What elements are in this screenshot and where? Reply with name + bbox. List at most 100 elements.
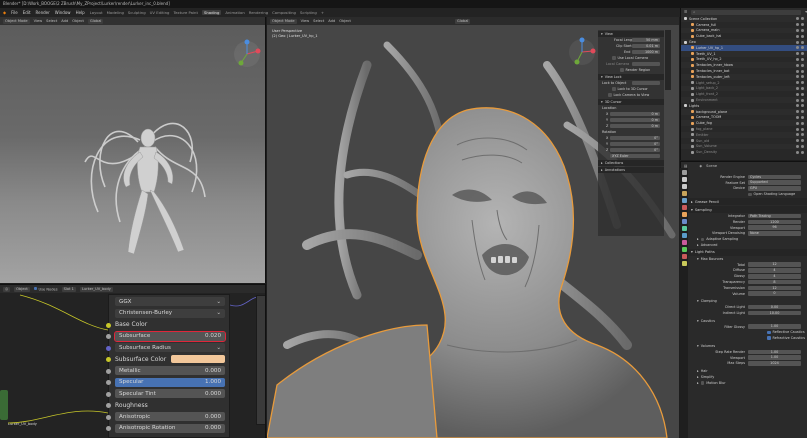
eye-icon[interactable]: [796, 86, 799, 90]
visibility-toggles[interactable]: [796, 34, 804, 38]
main-menu-add[interactable]: Add: [328, 19, 335, 23]
subsurface-socket[interactable]: [106, 334, 111, 339]
visibility-toggles[interactable]: [796, 144, 804, 148]
eye-icon[interactable]: [796, 110, 799, 114]
visibility-toggles[interactable]: [796, 81, 804, 85]
material-tab-icon[interactable]: [681, 254, 687, 259]
camera-icon[interactable]: [801, 150, 804, 154]
output-node-edge[interactable]: [256, 295, 265, 425]
visibility-toggles[interactable]: [796, 63, 804, 67]
eye-icon[interactable]: [796, 34, 799, 38]
tab-scripting[interactable]: Scripting: [300, 10, 317, 15]
eye-icon[interactable]: [796, 75, 799, 79]
eye-icon[interactable]: [796, 115, 799, 119]
local-camera-field[interactable]: [632, 61, 660, 67]
visibility-toggles[interactable]: [796, 139, 804, 143]
specular-tint-field[interactable]: Specular Tint 0.000: [115, 389, 225, 399]
glossy-bounces-field[interactable]: 4: [748, 274, 801, 279]
grease-pencil-section[interactable]: ▸ Grease Pencil: [681, 198, 807, 206]
main-menu-select[interactable]: Select: [313, 19, 324, 23]
base-color-socket-row[interactable]: Base Color: [106, 319, 229, 331]
subsurface-radius-field[interactable]: Subsurface Radius ⌄: [115, 343, 225, 353]
eye-icon[interactable]: [796, 17, 799, 21]
main-menu-object[interactable]: Object: [339, 19, 351, 23]
device-dropdown[interactable]: GPU: [748, 186, 801, 191]
left-menu-add[interactable]: Add: [61, 19, 68, 23]
tool-tab-icon[interactable]: [681, 170, 687, 175]
camera-icon[interactable]: [801, 110, 804, 114]
render-samples-field[interactable]: 1200: [748, 219, 801, 225]
tab-sculpting[interactable]: Sculpting: [128, 10, 146, 15]
base-color-socket[interactable]: [106, 322, 111, 328]
main-menu-view[interactable]: View: [301, 19, 310, 23]
eye-icon[interactable]: [796, 28, 799, 32]
scene-tab-icon[interactable]: [681, 198, 687, 203]
menu-window[interactable]: Window: [55, 10, 71, 15]
osl-checkbox[interactable]: Open Shading Language: [681, 191, 807, 197]
location-z-field[interactable]: 0 m: [610, 123, 660, 129]
camera-icon[interactable]: [801, 34, 804, 38]
eye-icon[interactable]: [796, 150, 799, 154]
clip-start-field[interactable]: 0.01 m: [632, 43, 660, 49]
transmission-bounces-field[interactable]: 12: [748, 285, 801, 291]
render-tab-icon[interactable]: [681, 177, 687, 182]
sidebar-n-panel[interactable]: ▾ View Focal Length 50 mm Clip Start 0.01 m…: [598, 30, 664, 236]
metallic-field[interactable]: Metallic 0.000: [115, 366, 225, 376]
sidebar-tabs[interactable]: [665, 30, 671, 90]
sampling-section[interactable]: ▾ Sampling: [681, 206, 807, 214]
viewport-samples-field[interactable]: 96: [748, 225, 801, 230]
lock-camera-view-checkbox[interactable]: Lock Camera to View: [598, 92, 664, 98]
visibility-toggles[interactable]: [796, 69, 804, 73]
clip-end-field[interactable]: 1000 m: [632, 49, 660, 55]
menu-render[interactable]: Render: [36, 10, 50, 15]
left-menu-select[interactable]: Select: [46, 19, 57, 23]
left-menu-view[interactable]: View: [34, 19, 43, 23]
visibility-toggles[interactable]: [796, 98, 804, 102]
left-mode-dropdown[interactable]: Object Mode: [3, 18, 30, 24]
add-workspace-icon[interactable]: +: [321, 10, 324, 15]
rotation-z-field[interactable]: 0°: [610, 147, 660, 153]
camera-icon[interactable]: [801, 92, 804, 96]
integrator-dropdown[interactable]: Path Tracing: [748, 213, 801, 219]
rotation-mode-dropdown[interactable]: XYZ Euler: [610, 153, 660, 159]
viewport-denoising-dropdown[interactable]: None: [748, 231, 801, 236]
visibility-toggles[interactable]: [796, 75, 804, 79]
motion-blur-subsection[interactable]: ▸ Motion Blur: [681, 380, 807, 386]
filter-glossy-field[interactable]: 1.00: [748, 324, 801, 329]
camera-icon[interactable]: [801, 127, 804, 131]
subsurface-color-swatch[interactable]: [171, 355, 225, 364]
subsurface-method-dropdown[interactable]: Christensen-Burley ⌄: [115, 308, 225, 318]
view-layer-tab-icon[interactable]: [681, 191, 687, 196]
distribution-dropdown[interactable]: GGX ⌄: [115, 297, 225, 307]
visibility-toggles[interactable]: [796, 133, 804, 137]
eye-icon[interactable]: [796, 57, 799, 61]
visibility-toggles[interactable]: [796, 52, 804, 56]
visibility-toggles[interactable]: [796, 57, 804, 61]
camera-icon[interactable]: [801, 86, 804, 90]
eye-icon[interactable]: [796, 52, 799, 56]
visibility-toggles[interactable]: [796, 115, 804, 119]
eye-icon[interactable]: [796, 92, 799, 96]
eye-icon[interactable]: [796, 23, 799, 27]
eye-icon[interactable]: [796, 98, 799, 102]
camera-icon[interactable]: [801, 98, 804, 102]
subsurface-radius-socket[interactable]: [106, 345, 111, 351]
anisotropic-rotation-field[interactable]: Anisotropic Rotation 0.000: [115, 423, 225, 433]
camera-icon[interactable]: [801, 69, 804, 73]
visibility-toggles[interactable]: [796, 28, 804, 32]
transparency-bounces-field[interactable]: 8: [748, 279, 801, 285]
outliner-panel[interactable]: ☰ ⌕ ▾ Scene Collection Camera_full Camera_…: [680, 8, 807, 160]
eye-icon[interactable]: [796, 139, 799, 143]
refractive-caustics-checkbox[interactable]: Refractive Caustics: [681, 335, 807, 341]
direct-light-field[interactable]: 0.00: [748, 304, 801, 310]
visibility-toggles[interactable]: [796, 121, 804, 125]
tab-texture-paint[interactable]: Texture Paint: [173, 10, 198, 15]
left-navigation-gizmo[interactable]: [232, 39, 262, 69]
eye-icon[interactable]: [796, 144, 799, 148]
camera-icon[interactable]: [801, 121, 804, 125]
eye-icon[interactable]: [796, 40, 799, 44]
eye-icon[interactable]: [796, 46, 799, 50]
tab-animation[interactable]: Animation: [225, 10, 244, 15]
tab-rendering[interactable]: Rendering: [249, 10, 268, 15]
visibility-toggles[interactable]: [796, 127, 804, 131]
